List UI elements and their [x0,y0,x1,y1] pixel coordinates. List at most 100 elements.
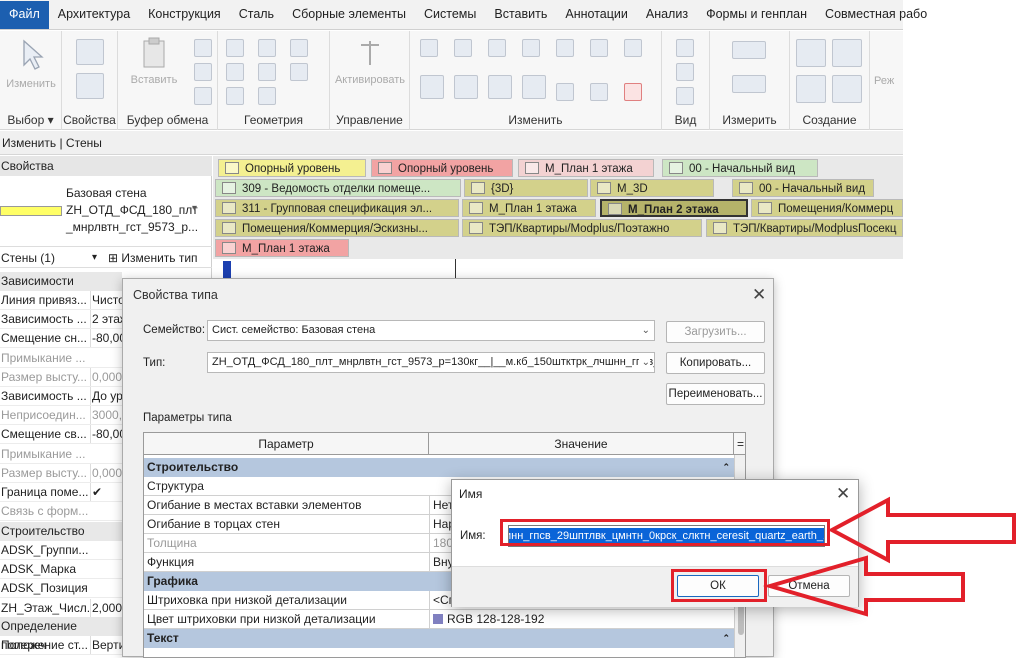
property-row[interactable]: Линия привяз... Чисто [0,291,122,310]
section-structural[interactable]: Строительство ⌃ [144,458,734,477]
property-value[interactable]: 2 этаж [90,310,122,329]
view-tab[interactable]: М_План 1 этажа [462,199,596,217]
align-icon[interactable] [420,39,438,57]
create-assembly-icon[interactable] [796,39,826,67]
view-tab[interactable]: Опорный уровень [218,159,366,177]
tab-file[interactable]: Файл [0,1,49,29]
pin-icon[interactable] [624,39,642,57]
close-icon[interactable]: ✕ [752,286,766,303]
property-value[interactable]: До ур [90,387,122,405]
mirror-axis-icon[interactable] [488,39,506,57]
tab-collaborate[interactable]: Совместная рабо [816,1,936,29]
view-tab[interactable]: Помещения/Коммерц [751,199,903,217]
modify-button[interactable]: Изменить [4,37,58,90]
tab-massing[interactable]: Формы и генплан [697,1,816,29]
col-value-header[interactable]: Значение [429,433,734,455]
property-row[interactable]: Зависимость ...2 этаж [0,310,122,330]
property-row[interactable]: Неприсоедин... 3000,0 [0,406,122,426]
measure-icon[interactable] [732,41,766,59]
create-similar-icon[interactable] [832,75,862,103]
offset-icon[interactable] [454,39,472,57]
property-row[interactable]: Граница поме... ✔ [0,483,122,502]
trim-icon[interactable] [522,75,546,99]
property-row[interactable]: Размер высту... 0,000 [0,367,122,387]
hide-icon[interactable] [676,39,694,57]
instance-filter[interactable]: Стены (1) [1,247,55,269]
property-row[interactable]: Примыкание ... [0,445,122,464]
cope-icon[interactable] [226,39,244,57]
tab-analyze[interactable]: Анализ [637,1,697,29]
edit-type-button[interactable]: ⊞ Изменить тип [108,247,198,269]
tab-annotate[interactable]: Аннотации [556,1,636,29]
cut-icon[interactable] [194,39,212,57]
view-tab[interactable]: {3D} [464,179,588,197]
property-value[interactable]: Чисто [90,291,122,309]
section-cross-section[interactable]: Определение попереч [0,617,122,652]
property-value[interactable]: 3000,0 [90,406,122,425]
view-tab[interactable]: М_План 1 этажа [518,159,654,177]
rotate-icon[interactable] [488,75,512,99]
property-row[interactable]: ADSK_Позиция [0,579,122,599]
wall-element[interactable] [223,261,231,279]
copy-button[interactable]: Копировать... [666,352,765,374]
property-value[interactable]: 0,000 [90,463,122,482]
family-combo[interactable]: Сист. семейство: Базовая стена ⌄ [207,320,655,341]
create-group-icon[interactable] [796,75,826,103]
tab-insert[interactable]: Вставить [485,1,556,29]
tab-systems[interactable]: Системы [415,1,485,29]
property-row[interactable]: Примыкание ... [0,349,122,368]
property-value[interactable]: 2,0000 [90,598,122,617]
view-tab[interactable]: 00 - Начальный вид [662,159,818,177]
mirror-draw-icon[interactable] [522,39,540,57]
section-text[interactable]: Текст ⌃ [144,629,734,648]
param-value[interactable]: RGB 128-128-192 [429,610,734,629]
dimension-icon[interactable] [732,75,766,93]
view-tab[interactable]: ТЭП/Квартиры/Modplus/Поэтажно [462,219,702,237]
activate-button[interactable]: Активировать [334,37,406,86]
collapse-icon[interactable]: ⌃ [722,458,730,477]
array-icon[interactable] [556,83,574,101]
param-row[interactable]: Цвет штриховки при низкой детализации RGB… [144,610,734,629]
linework-icon[interactable] [676,87,694,105]
view-tab[interactable]: 309 - Ведомость отделки помеще... [215,179,461,197]
section-constraints[interactable]: Зависимости [0,272,122,291]
view-tab[interactable]: Помещения/Коммерция/Эскизны... [215,219,459,237]
paint-icon[interactable] [290,63,308,81]
view-tab[interactable]: М_План 1 этажа [215,239,349,257]
view-tab[interactable]: 00 - Начальный вид [732,179,874,197]
remove-paint-icon[interactable] [258,87,276,105]
type-selector[interactable]: Базовая стена ZH_ОТД_ФСД_180_плт ▾ _мнрл… [0,178,212,242]
paste-button[interactable]: Вставить [126,37,182,86]
property-value[interactable]: 0,000 [90,367,122,386]
wall-joins-icon[interactable] [226,63,244,81]
property-row[interactable]: Положение ст... Верти [0,636,122,655]
split-gap-icon[interactable] [590,39,608,57]
view-tab[interactable]: ТЭП/Квартиры/ModplusПосекц [706,219,903,237]
scale-icon[interactable] [590,83,608,101]
chevron-down-icon[interactable]: ▾ [192,203,197,214]
demolish-icon[interactable] [226,87,244,105]
properties-icon[interactable] [76,73,104,99]
tab-architecture[interactable]: Архитектура [49,1,139,29]
split-face-icon[interactable] [258,63,276,81]
col-formula-header[interactable]: = [734,433,745,455]
section-structural[interactable]: Строительство [0,522,122,541]
property-value[interactable]: -80,00 [90,425,122,444]
type-properties-icon[interactable] [76,39,104,65]
load-button[interactable]: Загрузить... [666,321,765,343]
match-type-icon[interactable] [194,87,212,105]
view-tab[interactable]: 311 - Групповая спецификация эл... [215,199,459,217]
property-row[interactable]: Смещение сн...-80,00 [0,329,122,349]
copy-icon[interactable] [194,63,212,81]
split-icon[interactable] [556,39,574,57]
chevron-down-icon[interactable]: ▾ [92,247,97,269]
view-tab[interactable]: М_3D [590,179,714,197]
property-row[interactable]: Смещение св...-80,00 [0,425,122,445]
property-row[interactable]: Зависимость ... До ур [0,387,122,406]
collapse-icon[interactable]: ⌃ [722,629,730,648]
copy-element-icon[interactable] [454,75,478,99]
type-combo[interactable]: ZH_ОТД_ФСД_180_плт_мнрлвтн_гст_9573_р=13… [207,352,655,373]
property-row[interactable]: ADSK_Марка [0,560,122,580]
tab-precast[interactable]: Сборные элементы [283,1,415,29]
tab-steel[interactable]: Сталь [230,1,283,29]
